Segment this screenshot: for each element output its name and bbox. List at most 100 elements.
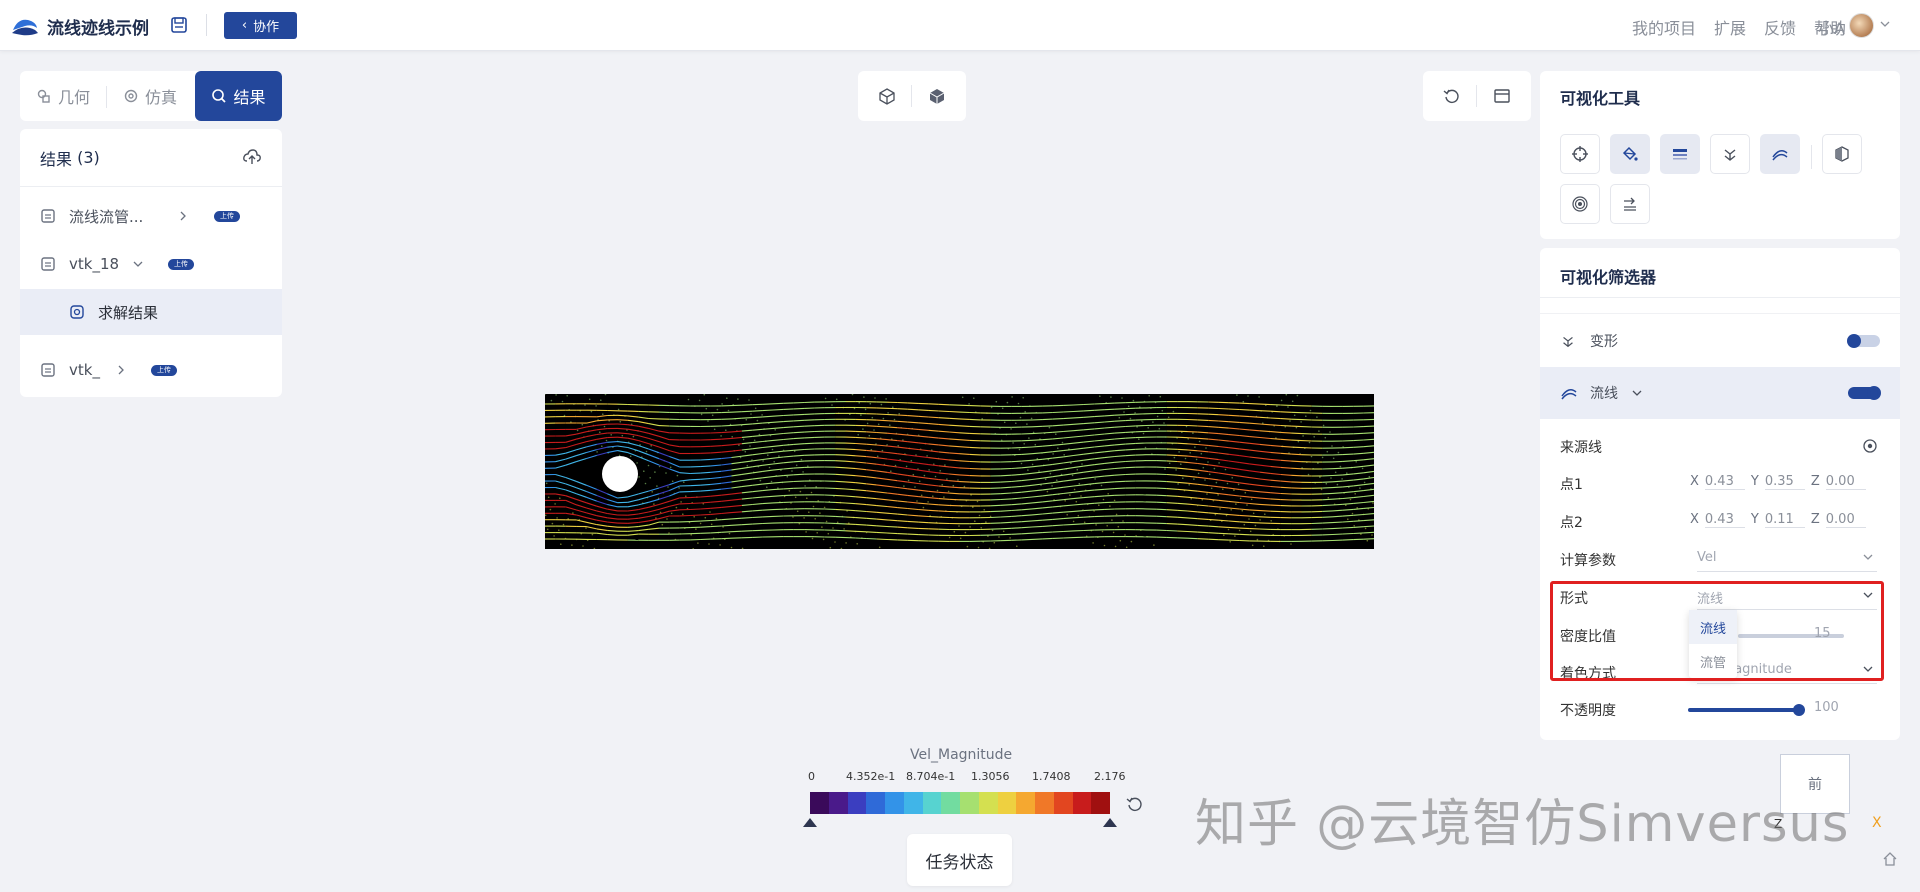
nav-my-projects[interactable]: 我的项目 <box>1632 15 1696 39</box>
colorbar-tick: 4.352e-1 <box>846 770 896 783</box>
streamline-toggle[interactable] <box>1848 386 1881 400</box>
results-panel: 结果 (3) 流线流管... 上传 vtk_18 上传 求解结果 vtk_ 上传 <box>20 129 282 397</box>
chevron-left-icon: ‹ <box>241 18 248 33</box>
calc-param-label: 计算参数 <box>1560 553 1616 569</box>
color-map-icon <box>1673 149 1687 160</box>
nav-feedback[interactable]: 反馈 <box>1764 15 1796 39</box>
colorbar-title: Vel_Magnitude <box>910 747 1013 763</box>
list-item[interactable]: vtk_18 上传 <box>20 241 282 287</box>
chevron-right-icon[interactable] <box>178 211 188 221</box>
opacity-slider-knob[interactable] <box>1793 704 1805 716</box>
user-name[interactable]: 小A <box>1818 15 1845 39</box>
colorbar-tick: 1.7408 <box>1032 770 1071 783</box>
top-bar: 流线迹线示例 ‹ 协作 我的项目 扩展 反馈 帮助 小A <box>0 0 1920 51</box>
list-item[interactable]: vtk_ 上传 <box>20 347 282 393</box>
colorbar <box>810 792 1110 814</box>
save-icon[interactable] <box>170 16 188 34</box>
tab-geometry-label: 几何 <box>57 88 90 107</box>
colorbar-max-handle[interactable] <box>1103 818 1117 827</box>
deform-tool-button[interactable] <box>1710 134 1750 174</box>
point2-y-input[interactable]: 0.11 <box>1764 512 1805 528</box>
watermark: 知乎 @云境智仿Simversus <box>1195 795 1850 854</box>
filter-label: 变形 <box>1590 334 1618 350</box>
item-label: vtk_ <box>69 361 100 379</box>
glyph-icon <box>1624 197 1636 211</box>
avatar[interactable] <box>1849 13 1874 38</box>
divider <box>1811 145 1812 169</box>
filter-deform-row[interactable]: 变形 <box>1540 315 1900 367</box>
item-label: 求解结果 <box>98 303 159 322</box>
colorbar-swatch <box>1035 792 1054 814</box>
colorbar-swatch <box>866 792 885 814</box>
probe-tool-button[interactable] <box>1560 134 1600 174</box>
point2-x-input[interactable]: 0.43 <box>1704 512 1745 528</box>
canvas-right-toolbar <box>1423 71 1531 121</box>
left-tab-bar: 几何 仿真 结果 <box>20 71 282 121</box>
list-item[interactable]: 流线流管... 上传 <box>20 193 282 239</box>
list-item[interactable]: 求解结果 <box>20 289 282 335</box>
chevron-down-icon[interactable] <box>133 259 143 269</box>
task-status-button[interactable]: 任务状态 <box>907 834 1012 886</box>
colormap-tool-button[interactable] <box>1660 134 1700 174</box>
colorbar-min-handle[interactable] <box>803 818 817 827</box>
reset-view-icon[interactable] <box>1443 87 1461 105</box>
solid-cube-icon[interactable] <box>927 86 947 106</box>
crosshair-icon <box>1572 146 1588 162</box>
status-badge: 上传 <box>214 211 240 222</box>
streamline-visualization[interactable] <box>545 394 1374 549</box>
colorbar-swatch <box>1016 792 1035 814</box>
colorbar-swatch <box>997 792 1017 814</box>
cylinder-obstacle <box>602 456 638 492</box>
opacity-label: 不透明度 <box>1560 703 1616 719</box>
highlight-annotation <box>1550 581 1884 681</box>
chevron-down-icon[interactable] <box>1880 19 1890 29</box>
z-axis-label: Z <box>1810 512 1820 527</box>
filter-streamline-row[interactable]: 流线 <box>1540 367 1900 419</box>
deform-icon <box>1724 149 1736 161</box>
collab-button[interactable]: ‹ 协作 <box>224 12 297 39</box>
wireframe-cube-icon[interactable] <box>877 86 897 106</box>
chevron-down-icon[interactable] <box>1632 388 1642 398</box>
colorbar-swatch <box>941 792 960 814</box>
clip-tool-button[interactable] <box>1822 134 1862 174</box>
results-title: 结果 <box>40 149 73 169</box>
point2-label: 点2 <box>1560 515 1583 531</box>
x-axis-label: X <box>1690 512 1699 527</box>
opacity-slider-track[interactable] <box>1688 708 1799 712</box>
chevron-down-icon <box>1863 554 1873 560</box>
contour-tool-button[interactable] <box>1560 184 1600 224</box>
tab-results[interactable]: 结果 <box>195 71 282 121</box>
target-icon[interactable] <box>1862 438 1878 454</box>
simulation-icon <box>124 89 138 103</box>
point1-x-input[interactable]: 0.43 <box>1704 474 1745 490</box>
colorbar-swatch <box>847 792 867 814</box>
glyph-tool-button[interactable] <box>1610 184 1650 224</box>
point2-z-input[interactable]: 0.00 <box>1825 512 1866 528</box>
app-title: 流线迹线示例 <box>47 19 149 39</box>
deform-toggle[interactable] <box>1847 334 1880 348</box>
panel-toggle-icon[interactable] <box>1493 87 1511 105</box>
nav-extensions[interactable]: 扩展 <box>1714 15 1746 39</box>
paint-tool-button[interactable] <box>1610 134 1650 174</box>
home-icon[interactable] <box>1882 851 1898 867</box>
tab-geometry[interactable]: 几何 <box>20 71 106 121</box>
deform-icon <box>1563 336 1573 348</box>
item-label: vtk_18 <box>69 255 120 273</box>
colorbar-tick: 0 <box>808 770 815 783</box>
item-label: 流线流管... <box>69 207 144 226</box>
point1-coords: X 0.43 Y 0.35 Z 0.00 <box>1690 474 1866 490</box>
tab-simulation[interactable]: 仿真 <box>107 71 193 121</box>
reset-colorbar-icon[interactable] <box>1126 795 1144 813</box>
x-axis-label: X <box>1690 474 1699 489</box>
opacity-value: 100 <box>1814 700 1839 715</box>
streamlines <box>545 401 1374 542</box>
calc-param-select[interactable]: Vel <box>1697 550 1877 572</box>
point1-y-input[interactable]: 0.35 <box>1764 474 1805 490</box>
chevron-right-icon[interactable] <box>116 365 126 375</box>
streamline-tool-button[interactable] <box>1760 134 1800 174</box>
point1-z-input[interactable]: 0.00 <box>1825 474 1866 490</box>
select-value: Vel <box>1697 550 1717 565</box>
divider <box>1476 85 1478 107</box>
file-icon <box>41 209 55 223</box>
upload-icon[interactable] <box>242 147 262 167</box>
